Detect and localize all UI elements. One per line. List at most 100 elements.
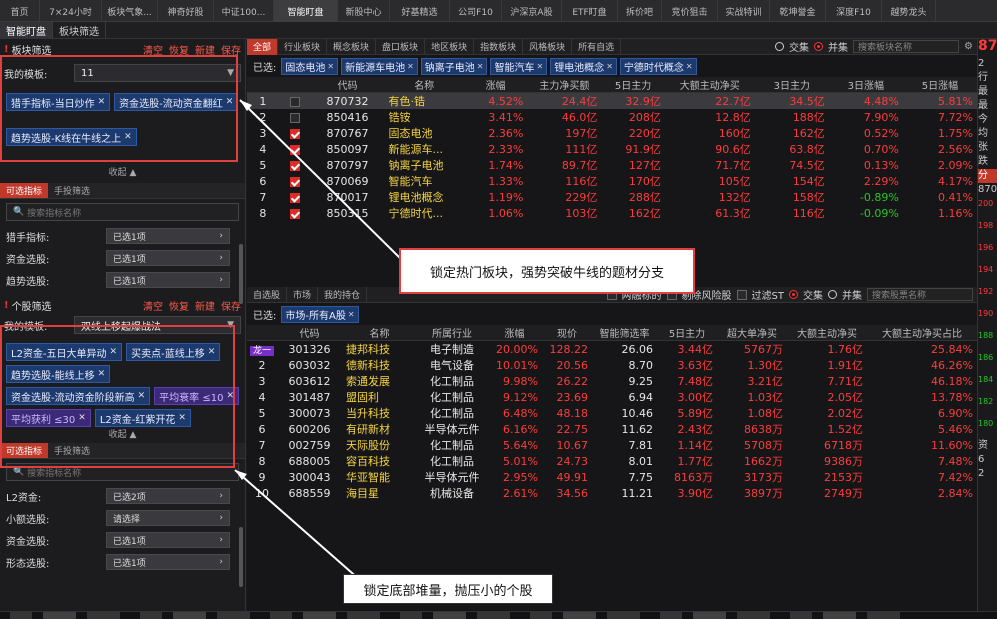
top-tab[interactable]: 板块气象... <box>102 0 158 22</box>
table-row[interactable]: 2 850416 锆铵 3.41% 46.0亿 208亿 12.8亿 188亿 7.90% 7.7… <box>247 109 977 125</box>
table-row[interactable]: 8 850315 宁德时代... 1.06% 103亿 162亿 61.3亿 116亿 -0.0… <box>247 205 977 221</box>
settings-icon[interactable]: ⚙ <box>964 41 973 52</box>
filter-chip[interactable]: 趋势选股-能线上移 ✕ <box>6 365 111 383</box>
column-header[interactable]: 超大单净买 <box>717 325 787 341</box>
row-checkbox[interactable] <box>289 112 300 123</box>
column-header[interactable]: 名称 <box>384 77 464 93</box>
close-icon[interactable]: ✕ <box>327 62 334 71</box>
name-cell[interactable]: 德新科技 <box>342 357 417 373</box>
name-cell[interactable]: 容百科技 <box>342 453 417 469</box>
name-cell[interactable]: 钠离子电池 <box>385 157 464 173</box>
action-3-button[interactable]: 保存 <box>221 298 241 313</box>
close-icon[interactable]: ✕ <box>98 97 106 107</box>
stock-filter-scrollbar[interactable] <box>239 527 243 587</box>
sector-tab[interactable]: 全部 <box>247 38 279 55</box>
close-icon[interactable]: ✕ <box>110 347 118 357</box>
close-icon[interactable]: ✕ <box>226 391 234 401</box>
column-header[interactable]: 智能筛选率 <box>592 325 657 341</box>
table-row[interactable]: 2 603032 德新科技 电气设备 10.01% 20.56 8.70 3.63亿 1.30亿… <box>247 357 977 373</box>
column-header[interactable] <box>278 77 311 93</box>
name-cell[interactable]: 智能汽车 <box>385 173 464 189</box>
close-icon[interactable]: ✕ <box>78 413 86 423</box>
filter-select[interactable]: 已选1项 › <box>106 228 230 244</box>
close-icon[interactable]: ✕ <box>477 62 484 71</box>
sector-search-input[interactable]: 搜索板块名称 <box>853 40 960 53</box>
selected-chip[interactable]: 锂电池概念 ✕ <box>550 57 617 75</box>
filter-chip[interactable]: 平均衰率 ≤10 ✕ <box>154 387 239 405</box>
close-icon[interactable]: ✕ <box>124 132 132 142</box>
top-tab[interactable]: 好基精选 <box>390 0 450 22</box>
column-header[interactable]: 涨幅 <box>487 325 542 341</box>
column-header[interactable]: 代码 <box>310 77 385 93</box>
name-cell[interactable]: 索通发展 <box>342 373 417 389</box>
stock-search-input[interactable]: 搜索股票名称 <box>867 288 973 301</box>
table-row[interactable]: 4 301487 盟固利 化工制品 9.12% 23.69 6.94 3.00亿 1.03亿 2.… <box>247 389 977 405</box>
row-checkbox[interactable] <box>289 144 300 155</box>
table-row[interactable]: 5 300073 当升科技 化工制品 6.48% 48.18 10.46 5.89亿 1.08亿… <box>247 405 977 421</box>
action-1-button[interactable]: 恢复 <box>169 42 189 57</box>
sector-tab[interactable]: 盘口板块 <box>376 38 426 55</box>
stock-source-tab[interactable]: 我的持仓 <box>318 286 368 303</box>
action-0-button[interactable]: 清空 <box>143 42 163 57</box>
table-row[interactable]: 5 870797 钠离子电池 1.74% 89.7亿 127亿 71.7亿 74.5亿 0.13… <box>247 157 977 173</box>
selected-chip[interactable]: 市场-所有A股 ✕ <box>281 305 359 323</box>
column-header[interactable]: 主力净买额 <box>527 77 602 93</box>
table-row[interactable]: 7 002759 天际股份 化工制品 5.64% 10.67 7.81 1.14亿 5708万 6… <box>247 437 977 453</box>
filter-chip[interactable]: 资金选股-流动资金翻红 ✕ <box>114 93 239 111</box>
stock-indicator-search[interactable]: 🔍 搜索指标名称 <box>6 463 239 481</box>
intersect-radio[interactable] <box>789 290 798 299</box>
name-cell[interactable]: 海目星 <box>342 485 417 501</box>
selected-chip[interactable]: 宁德时代概念 ✕ <box>619 57 697 75</box>
close-icon[interactable]: ✕ <box>178 413 186 423</box>
top-tab[interactable]: 竞价狙击 <box>662 0 718 22</box>
column-header[interactable]: 代码 <box>277 325 342 341</box>
top-tab[interactable]: 神奇好股 <box>158 0 214 22</box>
column-header[interactable] <box>247 77 279 93</box>
filter-tab[interactable]: 可选指标 <box>0 183 49 198</box>
sub-tab[interactable]: 智能盯盘 <box>0 22 53 39</box>
name-cell[interactable]: 锆铵 <box>385 109 464 125</box>
action-0-button[interactable]: 清空 <box>143 298 163 313</box>
filter-tab[interactable]: 手投筛选 <box>48 183 96 198</box>
top-tab[interactable]: 7×24小时 <box>40 0 102 22</box>
filter-select[interactable]: 已选1项 › <box>106 250 230 266</box>
action-3-button[interactable]: 保存 <box>221 42 241 57</box>
name-cell[interactable]: 宁德时代... <box>385 205 464 221</box>
table-row[interactable]: 4 850097 新能源车... 2.33% 111亿 91.9亿 90.6亿 63.8亿 0.… <box>247 141 977 157</box>
top-tab[interactable]: 乾坤誉金 <box>770 0 826 22</box>
top-tab[interactable]: 中证100... <box>214 0 274 22</box>
selected-chip[interactable]: 智能汽车 ✕ <box>490 57 548 75</box>
stock-template-select[interactable]: 双线上移起爆战法 ▼ <box>74 316 241 334</box>
close-icon[interactable]: ✕ <box>138 391 146 401</box>
top-tab[interactable]: 新股中心 <box>338 0 390 22</box>
filter-select[interactable]: 请选择 › <box>106 510 230 526</box>
sector-tab[interactable]: 行业板块 <box>278 38 328 55</box>
row-checkbox[interactable] <box>289 128 300 139</box>
close-icon[interactable]: ✕ <box>606 62 613 71</box>
column-header[interactable]: 大额主动净买 <box>787 325 867 341</box>
filter-select[interactable]: 已选2项 › <box>106 488 230 504</box>
top-tab[interactable]: 沪深京A股 <box>502 0 562 22</box>
row-checkbox[interactable] <box>289 208 300 219</box>
name-cell[interactable]: 固态电池 <box>385 125 464 141</box>
sector-tab[interactable]: 风格板块 <box>523 38 573 55</box>
filter-select[interactable]: 已选1项 › <box>106 272 230 288</box>
name-cell[interactable]: 天际股份 <box>342 437 417 453</box>
stock-collapse-button[interactable]: 收起 ▲ <box>0 427 245 440</box>
sector-filter-scrollbar[interactable] <box>239 244 243 304</box>
column-header[interactable]: 3日涨幅 <box>828 77 903 93</box>
stock-source-tab[interactable]: 市场 <box>287 286 319 303</box>
name-cell[interactable]: 新能源车... <box>385 141 464 157</box>
selected-chip[interactable]: 钠离子电池 ✕ <box>420 57 488 75</box>
table-row[interactable]: 1 870732 有色·锆 4.52% 24.4亿 32.9亿 22.7亿 34.5亿 4.48… <box>247 92 977 109</box>
column-header[interactable]: 现价 <box>542 325 592 341</box>
name-cell[interactable]: 当升科技 <box>342 405 417 421</box>
filter-select[interactable]: 已选1项 › <box>106 554 230 570</box>
close-icon[interactable]: ✕ <box>536 62 543 71</box>
column-header[interactable]: 5日涨幅 <box>902 77 977 93</box>
column-header[interactable]: 5日主力 <box>601 77 665 93</box>
row-checkbox[interactable] <box>289 160 300 171</box>
filter-chip[interactable]: L2资金-红紫开花 ✕ <box>94 409 191 427</box>
sector-collapse-button[interactable]: 收起 ▲ <box>0 165 245 178</box>
sub-tab[interactable]: 板块筛选 <box>53 22 106 39</box>
